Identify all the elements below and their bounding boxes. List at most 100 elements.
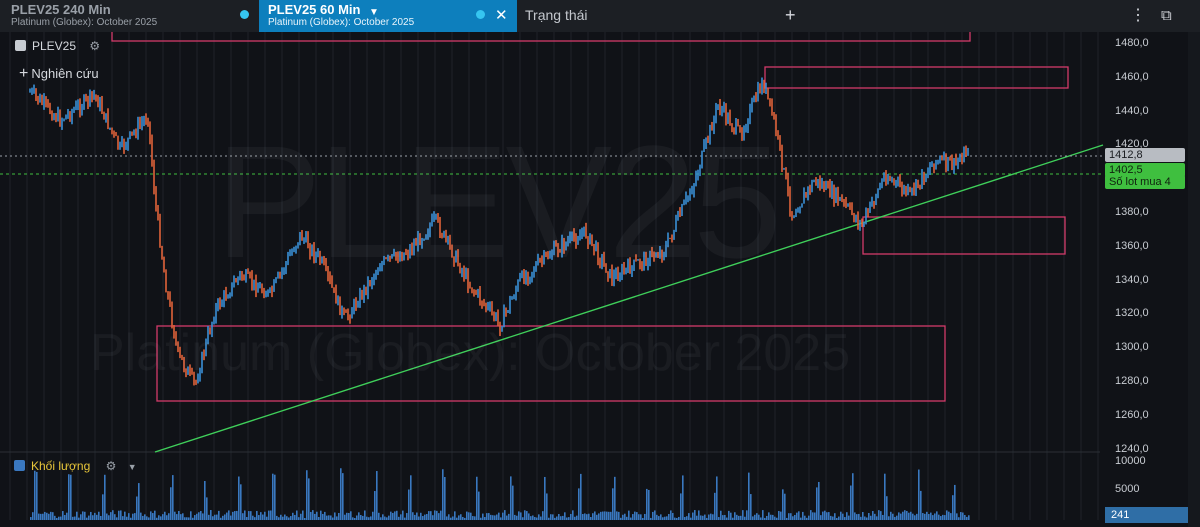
volume-bar <box>948 511 950 520</box>
volume-bar <box>830 515 832 520</box>
volume-bar <box>894 516 896 520</box>
volume-bar <box>344 514 346 520</box>
volume-bar <box>68 474 70 520</box>
volume-bar <box>444 477 446 520</box>
price-axis-label: 1240,0 <box>1115 442 1149 455</box>
volume-bar <box>784 493 786 520</box>
volume-bar <box>916 513 918 520</box>
status-dot-icon <box>476 10 485 19</box>
volume-bar <box>254 517 256 520</box>
volume-bar <box>176 514 178 520</box>
volume-color-swatch <box>14 460 25 471</box>
volume-bar <box>246 517 248 520</box>
volume-bar <box>804 515 806 520</box>
volume-bar <box>228 510 230 520</box>
volume-bar <box>296 510 298 520</box>
volume-bar <box>384 516 386 520</box>
volume-bar <box>938 514 940 520</box>
volume-bar <box>110 512 112 520</box>
symbol-legend[interactable]: PLEV25 ⚙ <box>15 39 100 53</box>
volume-bar <box>106 513 108 520</box>
gear-icon[interactable]: ⚙ <box>89 39 100 53</box>
volume-bar <box>428 511 430 520</box>
volume-bar <box>70 474 72 520</box>
volume-bar <box>702 515 704 520</box>
volume-bar <box>780 511 782 520</box>
volume-bar <box>48 513 50 520</box>
volume-bar <box>298 517 300 520</box>
volume-bar <box>736 514 738 520</box>
volume-bar <box>342 473 344 520</box>
volume-legend[interactable]: Khối lượng ⚙ ▼ <box>14 459 137 473</box>
gear-icon[interactable]: ⚙ <box>106 459 117 473</box>
volume-bar <box>658 516 660 520</box>
volume-bar <box>258 515 260 520</box>
volume-bar <box>356 515 358 520</box>
volume-bar <box>354 517 356 520</box>
volume-bar <box>644 513 646 520</box>
volume-bar <box>108 515 110 520</box>
volume-bar <box>222 515 224 520</box>
volume-bar <box>638 514 640 520</box>
order-quantity-tag[interactable]: Số lot mua 4 <box>1105 175 1185 189</box>
volume-bar <box>692 512 694 520</box>
volume-bar <box>940 516 942 520</box>
menu-kebab-icon[interactable]: ⋮ <box>1130 8 1146 24</box>
volume-bar <box>380 517 382 520</box>
tab-plev25-60-active[interactable]: PLEV25 60 Min ▼ Platinum (Globex): Octob… <box>259 0 517 32</box>
volume-bar <box>158 515 160 520</box>
volume-bar <box>768 512 770 520</box>
volume-bar <box>82 511 84 520</box>
last-price-tag: 1412,8 <box>1105 148 1185 162</box>
volume-bar <box>364 510 366 520</box>
volume-bar <box>666 516 668 520</box>
volume-bar <box>264 511 266 520</box>
volume-bar <box>286 516 288 520</box>
volume-bar <box>256 510 258 520</box>
zone-top[interactable] <box>111 32 971 42</box>
volume-bar <box>478 491 480 520</box>
volume-bar <box>608 511 610 520</box>
volume-bar <box>408 489 410 520</box>
zone-mid[interactable] <box>862 216 1066 255</box>
volume-bar <box>128 513 130 520</box>
volume-bar <box>684 516 686 520</box>
volume-bar <box>156 517 158 520</box>
volume-bar <box>306 470 308 520</box>
caret-down-icon[interactable]: ▼ <box>128 462 137 472</box>
volume-bar <box>750 494 752 520</box>
volume-bar <box>370 516 372 520</box>
volume-bar <box>674 517 676 520</box>
volume-bar <box>818 481 820 520</box>
volume-bar <box>336 516 338 520</box>
popout-window-icon[interactable]: ⧉ <box>1161 8 1172 23</box>
volume-bar <box>746 510 748 520</box>
tab-plev25-240[interactable]: PLEV25 240 Min Platinum (Globex): Octobe… <box>0 0 230 32</box>
plus-icon: + <box>19 65 29 82</box>
volume-bar <box>526 511 528 520</box>
right-scroll-edge[interactable] <box>1188 32 1200 527</box>
volume-bar <box>372 511 374 520</box>
volume-bar <box>738 515 740 520</box>
add-tab-plus-icon[interactable]: + <box>785 6 796 24</box>
volume-bar <box>662 517 664 520</box>
volume-bar <box>144 514 146 520</box>
volume-bar <box>734 512 736 520</box>
tab-trang-thai[interactable]: Trạng thái <box>525 7 588 23</box>
volume-bar <box>722 515 724 520</box>
volume-bar <box>178 511 180 520</box>
zone-resistance[interactable] <box>764 66 1069 89</box>
volume-bar <box>728 510 730 520</box>
volume-bar <box>610 511 612 520</box>
volume-bar <box>936 511 938 520</box>
volume-bar <box>642 517 644 520</box>
volume-bar <box>636 512 638 520</box>
volume-bar <box>300 513 302 520</box>
study-button[interactable]: + Nghiên cứu <box>19 65 99 83</box>
volume-bar <box>902 511 904 520</box>
volume-bar <box>878 510 880 520</box>
volume-bar <box>828 512 830 520</box>
close-icon[interactable]: ✕ <box>495 8 508 23</box>
volume-bar <box>614 476 616 520</box>
volume-bar <box>466 511 468 520</box>
